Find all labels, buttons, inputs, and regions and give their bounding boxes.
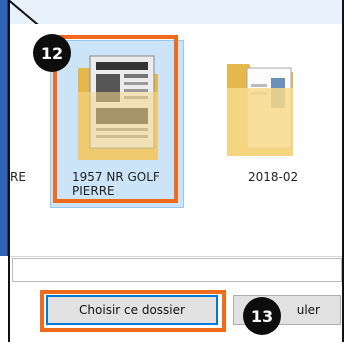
folder-label-second: 2018-02 xyxy=(248,170,299,184)
step-badge-13: 13 xyxy=(243,297,281,335)
folder-path-field[interactable] xyxy=(12,258,342,282)
highlight-outline-choose-button xyxy=(40,290,226,332)
folder-label-partial: RE xyxy=(10,170,26,184)
step-badge-12: 12 xyxy=(33,34,71,72)
dialog-toolbar xyxy=(10,0,342,25)
folder-icon[interactable] xyxy=(223,48,297,160)
highlight-outline-folder xyxy=(53,35,178,203)
dialog-right-border xyxy=(342,0,344,342)
